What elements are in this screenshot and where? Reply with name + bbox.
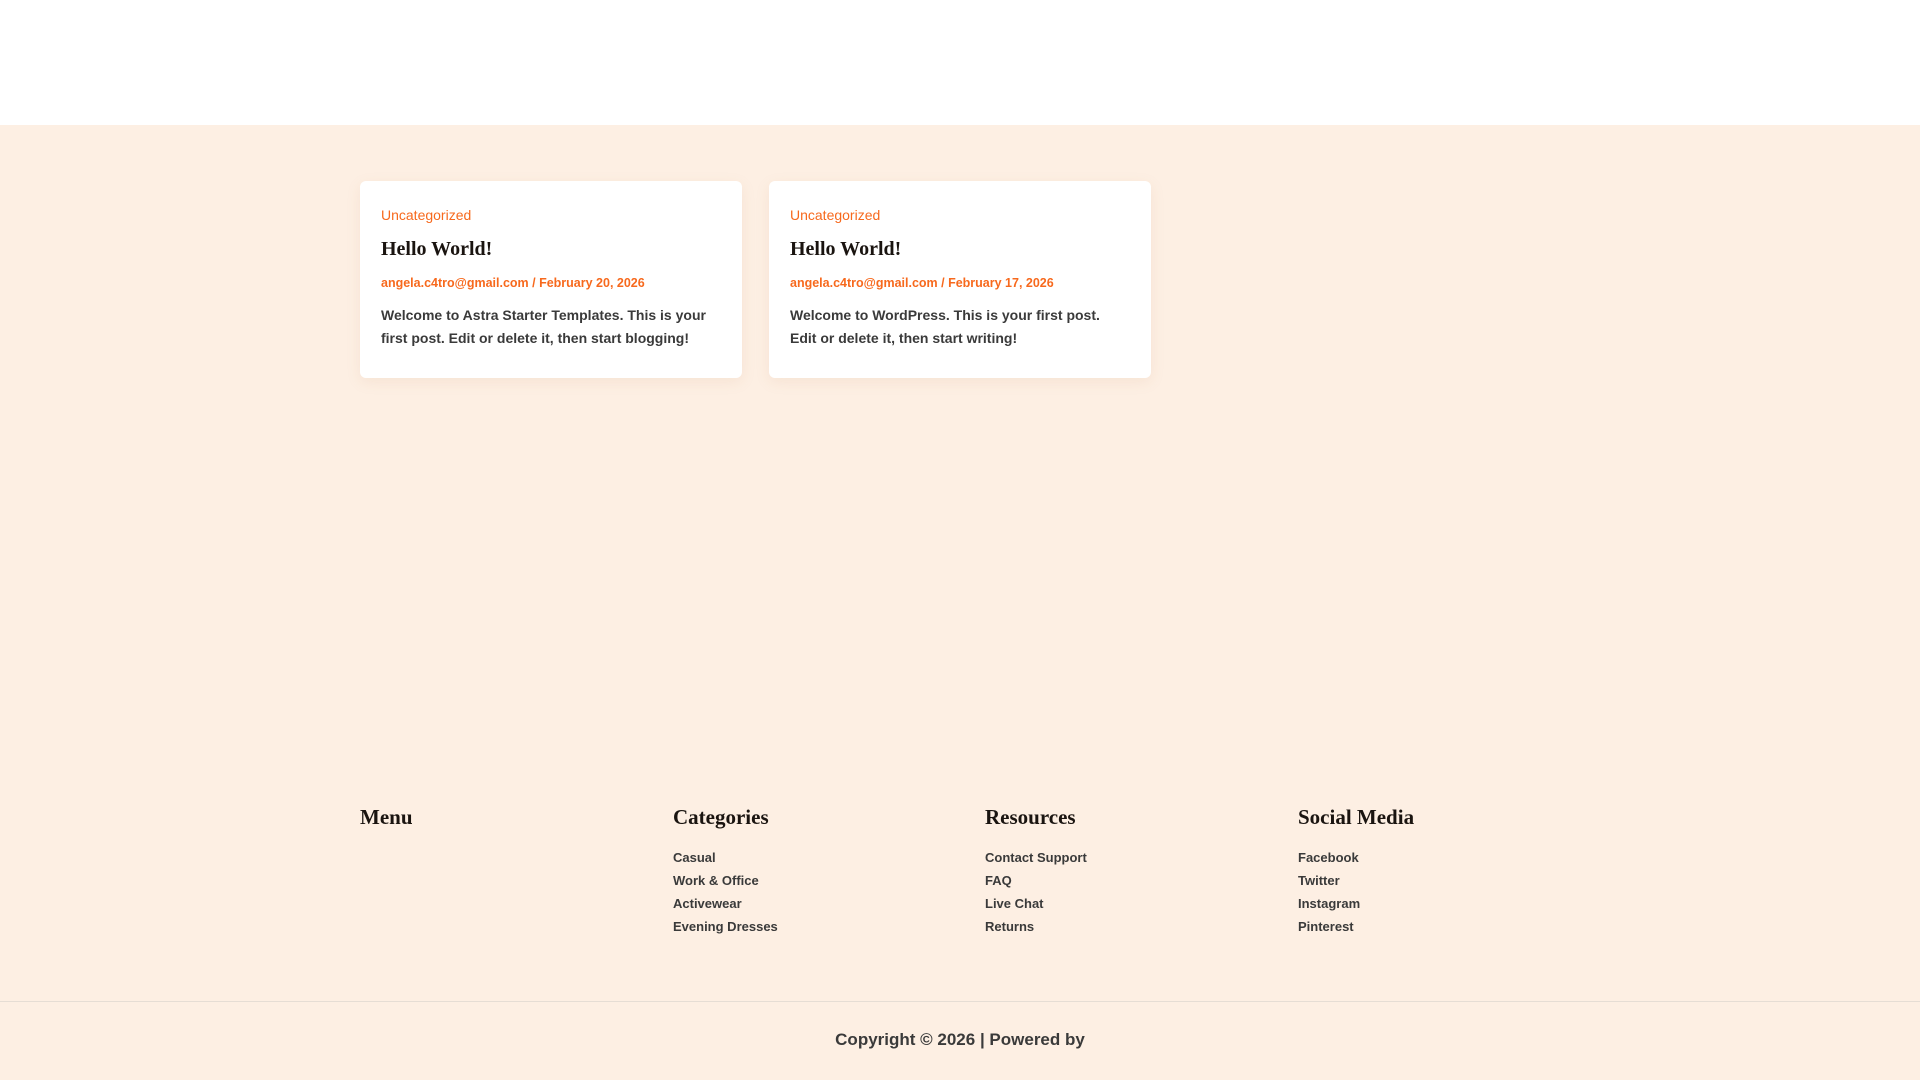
footer-column-categories: Categories Casual Work & Office Activewe… — [673, 805, 778, 942]
footer-link[interactable]: Activewear — [673, 896, 778, 919]
footer-heading: Resources — [985, 805, 1076, 829]
footer-link[interactable]: Instagram — [1298, 896, 1414, 919]
post-category-link[interactable]: Uncategorized — [381, 207, 721, 223]
footer-link[interactable]: Casual — [673, 850, 778, 873]
post-excerpt: Welcome to WordPress. This is your first… — [790, 307, 1100, 346]
post-author-link[interactable]: angela.c4tro@gmail.com — [381, 276, 529, 290]
post-meta: angela.c4tro@gmail.com / February 17, 20… — [790, 276, 1054, 290]
post-date: February 17, 2026 — [948, 276, 1054, 290]
footer-link[interactable]: Returns — [985, 919, 1087, 942]
post-meta: angela.c4tro@gmail.com / February 20, 20… — [381, 276, 645, 290]
post-title-link[interactable]: Hello World! — [381, 238, 721, 261]
footer-link[interactable]: Evening Dresses — [673, 919, 778, 942]
footer-heading: Social Media — [1298, 805, 1415, 829]
post-date: February 20, 2026 — [539, 276, 645, 290]
post-excerpt: Welcome to Astra Starter Templates. This… — [381, 307, 706, 346]
site-header — [0, 0, 1920, 125]
footer-link[interactable]: Twitter — [1298, 873, 1414, 896]
post-category-link[interactable]: Uncategorized — [790, 207, 1130, 223]
post-author-link[interactable]: angela.c4tro@gmail.com — [790, 276, 938, 290]
footer-link[interactable]: Live Chat — [985, 896, 1087, 919]
footer-link[interactable]: FAQ — [985, 873, 1087, 896]
post-card: Uncategorized Hello World! angela.c4tro@… — [769, 181, 1151, 378]
footer-link[interactable]: Work & Office — [673, 873, 778, 896]
footer-heading: Categories — [673, 805, 769, 829]
footer-column-resources: Resources Contact Support FAQ Live Chat … — [985, 805, 1087, 942]
footer-link[interactable]: Pinterest — [1298, 919, 1414, 942]
footer-column-social-media: Social Media Facebook Twitter Instagram … — [1298, 805, 1414, 942]
copyright-text: Copyright © 2026 | Powered by — [835, 1030, 1085, 1049]
post-title-link[interactable]: Hello World! — [790, 238, 1130, 261]
footer-divider — [0, 1001, 1920, 1002]
footer-heading: Menu — [360, 805, 413, 829]
post-card: Uncategorized Hello World! angela.c4tro@… — [360, 181, 742, 378]
footer-link[interactable]: Facebook — [1298, 850, 1414, 873]
footer-column-menu: Menu — [360, 805, 413, 850]
footer-link[interactable]: Contact Support — [985, 850, 1087, 873]
